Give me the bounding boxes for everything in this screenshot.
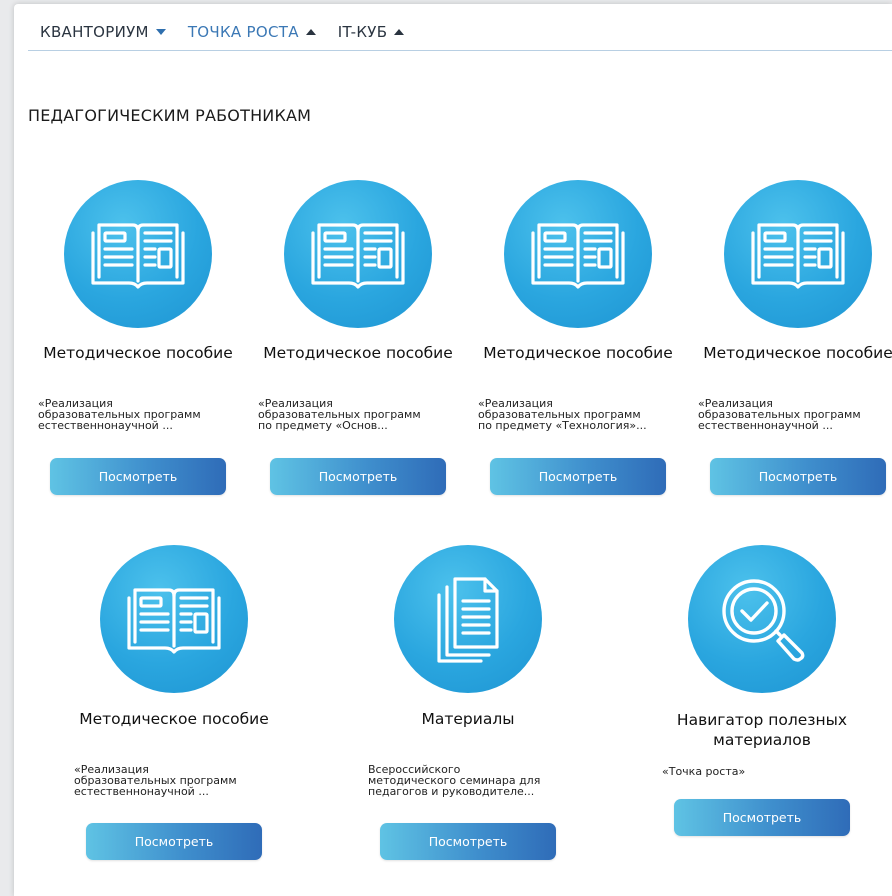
card-description: «Реализация образовательных программ по … bbox=[258, 397, 421, 432]
card-description: «Реализация образовательных программ по … bbox=[478, 397, 647, 432]
card-title: Методическое пособие bbox=[43, 344, 233, 362]
book-icon[interactable] bbox=[284, 180, 432, 328]
section-title: ПЕДАГОГИЧЕСКИМ РАБОТНИКАМ bbox=[28, 106, 312, 125]
card-title: Методическое пособие bbox=[483, 344, 673, 362]
page: КВАНТОРИУМ ТОЧКА РОСТА IT-КУБ ПЕДАГОГИЧЕ… bbox=[14, 4, 892, 896]
card-title: Методическое пособие bbox=[703, 344, 892, 362]
view-button[interactable]: Посмотреть bbox=[710, 458, 886, 495]
card-title: Методическое пособие bbox=[263, 344, 453, 362]
card-title: Материалы bbox=[421, 710, 515, 728]
view-button[interactable]: Посмотреть bbox=[50, 458, 226, 495]
top-nav: КВАНТОРИУМ ТОЧКА РОСТА IT-КУБ bbox=[40, 22, 405, 42]
card-description: «Реализация образовательных программ ест… bbox=[698, 397, 861, 432]
magnifier-check-icon[interactable] bbox=[688, 545, 836, 693]
view-button[interactable]: Посмотреть bbox=[490, 458, 666, 495]
nav-item-it-kub[interactable]: IT-КУБ bbox=[338, 23, 405, 41]
book-icon[interactable] bbox=[64, 180, 212, 328]
view-button[interactable]: Посмотреть bbox=[380, 823, 556, 860]
book-icon[interactable] bbox=[724, 180, 872, 328]
caret-up-icon bbox=[305, 29, 316, 35]
nav-item-label: ТОЧКА РОСТА bbox=[187, 23, 299, 41]
nav-item-tochka-rosta[interactable]: ТОЧКА РОСТА bbox=[188, 23, 316, 41]
card-description: «Реализация образовательных программ ест… bbox=[74, 763, 237, 798]
card-description: «Реализация образовательных программ ест… bbox=[38, 397, 201, 432]
book-icon[interactable] bbox=[100, 545, 248, 693]
nav-item-label: IT-КУБ bbox=[337, 23, 388, 41]
nav-item-label: КВАНТОРИУМ bbox=[40, 23, 149, 41]
card-title: Методическое пособие bbox=[79, 710, 269, 728]
view-button[interactable]: Посмотреть bbox=[674, 799, 850, 836]
card-description: «Точка роста» bbox=[662, 765, 746, 778]
card-description: Всероссийского методического семинара дл… bbox=[368, 763, 541, 798]
view-button[interactable]: Посмотреть bbox=[86, 823, 262, 860]
caret-down-icon bbox=[155, 29, 166, 35]
card-title: Навигатор полезных материалов bbox=[676, 711, 848, 749]
book-icon[interactable] bbox=[504, 180, 652, 328]
caret-up-icon bbox=[394, 29, 405, 35]
nav-divider bbox=[28, 50, 892, 51]
documents-icon[interactable] bbox=[394, 545, 542, 693]
view-button[interactable]: Посмотреть bbox=[270, 458, 446, 495]
nav-item-kvantorium[interactable]: КВАНТОРИУМ bbox=[40, 23, 166, 41]
